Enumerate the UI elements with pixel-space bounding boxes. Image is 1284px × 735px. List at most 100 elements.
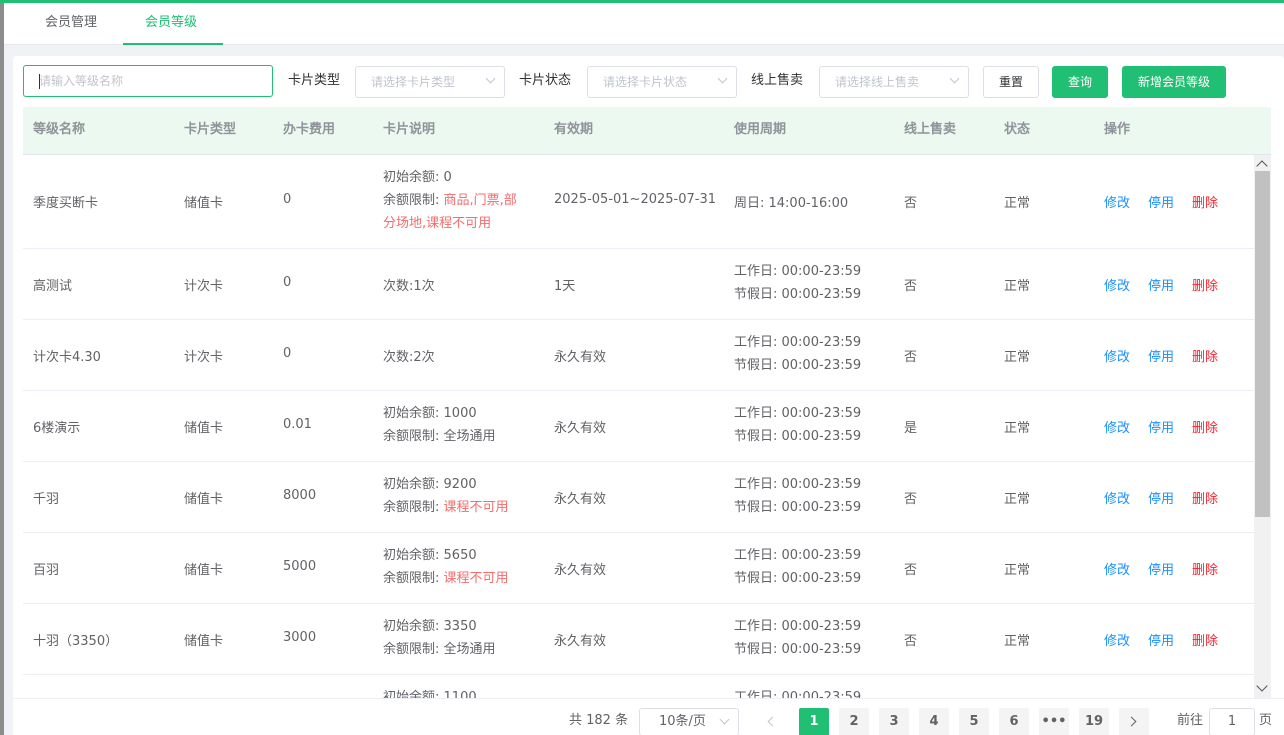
chevron-left-icon (767, 716, 778, 727)
chevron-down-icon (719, 714, 730, 725)
more-pages-button[interactable]: ••• (1039, 708, 1069, 735)
card-status-select[interactable]: 请选择卡片状态 (587, 66, 737, 98)
cell-card-type: 储值卡 (184, 492, 224, 507)
cell-validity: 永久有效 (554, 350, 607, 365)
online-sale-select[interactable]: 请选择线上售卖 (819, 66, 969, 98)
cell-fee: 0.01 (283, 417, 312, 432)
scrollbar-thumb[interactable] (1255, 171, 1270, 517)
desc-label: 余额限制: (383, 500, 440, 515)
desc-value: 1次 (413, 279, 435, 294)
edit-link[interactable]: 修改 (1104, 275, 1130, 294)
cell-online: 是 (904, 421, 918, 436)
page-button-2[interactable]: 2 (839, 708, 869, 735)
disable-link[interactable]: 停用 (1148, 488, 1174, 507)
search-caret (39, 74, 40, 89)
card-type-select[interactable]: 请选择卡片类型 (355, 66, 505, 98)
desc-label: 次数: (383, 350, 414, 365)
chevron-down-icon (949, 73, 960, 84)
period-workday: 工作日: 00:00-23:59 (734, 477, 862, 492)
cell-status: 正常 (1004, 634, 1031, 649)
table-header: 等级名称 卡片类型 办卡费用 卡片说明 有效期 使用周期 线上售卖 状态 操作 (23, 107, 1271, 155)
goto-page-input[interactable]: 1 (1209, 708, 1255, 735)
desc-label: 初始余额: (383, 170, 440, 185)
edit-link[interactable]: 修改 (1104, 417, 1130, 436)
header-period: 使用周期 (734, 122, 787, 137)
edit-link[interactable]: 修改 (1104, 346, 1130, 365)
period-holiday: 节假日: 00:00-23:59 (734, 287, 862, 302)
table-body[interactable]: 季度买断卡 储值卡 0 初始余额: 0 余额限制: 商品,门票,部 分场地,课程… (23, 155, 1254, 698)
delete-link[interactable]: 删除 (1192, 488, 1218, 507)
add-member-level-button[interactable]: 新增会员等级 (1122, 66, 1226, 98)
edit-link[interactable]: 修改 (1104, 488, 1130, 507)
page-button-6[interactable]: 6 (999, 708, 1029, 735)
cell-description: 初始余额: 1100 (383, 686, 477, 698)
cell-card-type: 储值卡 (184, 196, 224, 211)
desc-label: 余额限制: (383, 429, 440, 444)
cell-fee: 0 (283, 346, 292, 361)
page-size-select[interactable]: 10条/页 (639, 708, 739, 735)
table-scrollbar[interactable] (1254, 155, 1271, 698)
page-button-5[interactable]: 5 (959, 708, 989, 735)
delete-link[interactable]: 删除 (1192, 275, 1218, 294)
edit-link[interactable]: 修改 (1104, 630, 1130, 649)
disable-link[interactable]: 停用 (1148, 417, 1174, 436)
header-validity: 有效期 (554, 122, 594, 137)
delete-link[interactable]: 删除 (1192, 346, 1218, 365)
disable-link[interactable]: 停用 (1148, 346, 1174, 365)
cell-online: 否 (904, 350, 918, 365)
cell-status: 正常 (1004, 196, 1031, 211)
cell-description: 次数:2次 (383, 346, 435, 365)
card-type-placeholder: 请选择卡片类型 (371, 75, 456, 89)
tab-member-level[interactable]: 会员等级 (145, 3, 197, 45)
cell-status: 正常 (1004, 421, 1031, 436)
window-left-edge (0, 3, 4, 735)
header-status: 状态 (1004, 122, 1031, 137)
page-button-1[interactable]: 1 (799, 708, 829, 735)
edit-link[interactable]: 修改 (1104, 192, 1130, 211)
disable-link[interactable]: 停用 (1148, 559, 1174, 578)
cell-validity: 永久有效 (554, 563, 607, 578)
cell-card-type: 计次卡 (184, 279, 224, 294)
disable-link[interactable]: 停用 (1148, 192, 1174, 211)
card-type-label: 卡片类型 (288, 73, 341, 88)
goto-unit: 页 (1259, 713, 1273, 728)
cell-online: 否 (904, 563, 918, 578)
disable-link[interactable]: 停用 (1148, 630, 1174, 649)
scroll-up-arrow-icon[interactable] (1256, 160, 1268, 172)
edit-link[interactable]: 修改 (1104, 559, 1130, 578)
disable-link[interactable]: 停用 (1148, 275, 1174, 294)
cell-period: 工作日: 00:00-23:59 节假日: 00:00-23:59 (734, 331, 861, 377)
page-button-19[interactable]: 19 (1079, 708, 1109, 735)
tab-member-management[interactable]: 会员管理 (45, 3, 97, 45)
cell-period: 工作日: 00:00-23:59 节假日: 00:00-23:59 (734, 473, 861, 519)
cell-status: 正常 (1004, 279, 1031, 294)
desc-value: 9200 (443, 477, 477, 492)
page-button-4[interactable]: 4 (919, 708, 949, 735)
desc-label: 初始余额: (383, 548, 440, 563)
delete-link[interactable]: 删除 (1192, 630, 1218, 649)
delete-link[interactable]: 删除 (1192, 192, 1218, 211)
table-row: 6楼演示 储值卡 0.01 初始余额: 1000 余额限制: 全场通用 永久有效… (23, 391, 1254, 462)
cell-level-name: 季度买断卡 (33, 196, 99, 211)
cell-fee: 8000 (283, 488, 317, 503)
delete-link[interactable]: 删除 (1192, 417, 1218, 436)
header-online: 线上售卖 (904, 122, 957, 137)
level-name-search-input[interactable]: 请输入等级名称 (23, 65, 273, 97)
cell-fee: 0 (283, 275, 292, 290)
cell-validity: 1天 (554, 279, 576, 294)
desc-label: 次数: (383, 279, 414, 294)
header-card-type: 卡片类型 (184, 122, 237, 137)
next-page-button[interactable] (1119, 708, 1149, 735)
query-button[interactable]: 查询 (1052, 66, 1108, 98)
page-button-3[interactable]: 3 (879, 708, 909, 735)
delete-link[interactable]: 删除 (1192, 559, 1218, 578)
scroll-down-arrow-icon[interactable] (1256, 680, 1268, 692)
tab-bar: 会员管理 会员等级 (4, 3, 1284, 45)
prev-page-button[interactable] (757, 708, 787, 735)
reset-button[interactable]: 重置 (983, 66, 1039, 98)
desc-label: 初始余额: (383, 406, 440, 421)
period-holiday: 节假日: 00:00-23:59 (734, 642, 862, 657)
card-status-label: 卡片状态 (519, 73, 572, 88)
desc-value: 0 (443, 170, 452, 185)
period-holiday: 节假日: 00:00-23:59 (734, 500, 862, 515)
